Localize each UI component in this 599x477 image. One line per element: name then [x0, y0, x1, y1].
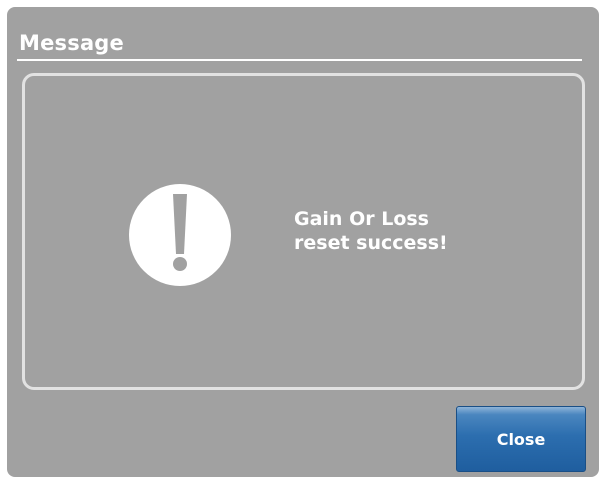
message-line-2: reset success!	[294, 232, 448, 254]
exclamation-icon	[129, 184, 231, 286]
close-button-label: Close	[496, 429, 546, 449]
message-text: Gain Or Loss reset success!	[294, 207, 448, 255]
close-button[interactable]: Close	[456, 406, 586, 472]
dialog-title: Message	[19, 31, 124, 55]
title-divider	[17, 59, 582, 61]
message-line-1: Gain Or Loss	[294, 208, 429, 230]
